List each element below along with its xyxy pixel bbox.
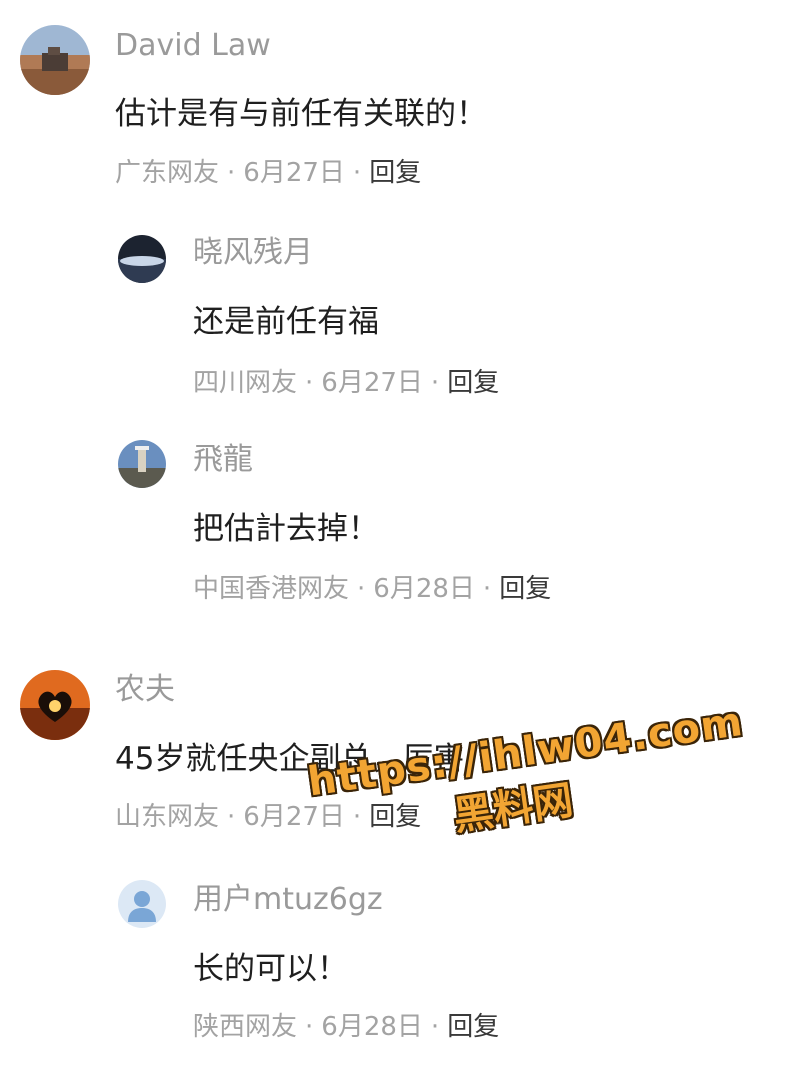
separator-dot: · (352, 802, 362, 832)
comment-text: 还是前任有福 (193, 304, 379, 340)
separator-dot: · (357, 574, 366, 604)
comment-date: 6月27日 (243, 802, 345, 832)
comment-date: 6月27日 (243, 158, 345, 188)
photo-avatar-landscape-icon (118, 440, 166, 488)
comment-date: 6月28日 (321, 1012, 423, 1042)
comment-text: 估计是有与前任有关联的！ (115, 96, 487, 132)
user-avatar[interactable] (118, 235, 166, 283)
separator-dot: · (227, 158, 236, 188)
comment-author[interactable]: 飛龍 (193, 445, 253, 475)
comment-location: 广东网友 (115, 158, 220, 188)
comment-text: 长的可以！ (193, 951, 348, 987)
separator-dot: · (227, 802, 236, 832)
separator-dot: · (305, 368, 314, 398)
comment-author[interactable]: 晓风残月 (193, 238, 313, 268)
comment-text: 45岁就任央企副总，厉害 (115, 741, 465, 777)
comment-author[interactable]: 用户mtuz6gz (193, 885, 383, 915)
user-avatar[interactable] (118, 440, 166, 488)
comment-meta: 陕西网友 · 6月28日 · 回复 (193, 1014, 499, 1040)
separator-dot: · (305, 1012, 314, 1042)
reply-button[interactable]: 回复 (499, 574, 551, 604)
reply-button[interactable]: 回复 (447, 368, 499, 398)
separator-dot: · (430, 368, 440, 398)
comment-location: 四川网友 (193, 368, 298, 398)
separator-dot: · (430, 1012, 440, 1042)
comment-date: 6月27日 (321, 368, 423, 398)
user-avatar[interactable] (20, 25, 90, 95)
user-avatar[interactable] (118, 880, 166, 928)
photo-avatar-moon-icon (118, 235, 166, 283)
comment-date: 6月28日 (373, 574, 475, 604)
comment-meta: 广东网友 · 6月27日 · 回复 (115, 160, 421, 186)
comment-meta: 山东网友 · 6月27日 · 回复 (115, 804, 421, 830)
photo-avatar-heart-sunset-icon (20, 670, 90, 740)
reply-button[interactable]: 回复 (369, 802, 421, 832)
comment-location: 陕西网友 (193, 1012, 298, 1042)
photo-avatar-ship-icon (20, 25, 90, 95)
comment-location: 中国香港网友 (193, 574, 350, 604)
comment-meta: 中国香港网友 · 6月28日 · 回复 (193, 576, 551, 602)
comment-text: 把估計去掉！ (193, 511, 379, 547)
separator-dot: · (352, 158, 362, 188)
reply-button[interactable]: 回复 (369, 158, 421, 188)
comment-author[interactable]: David Law (115, 31, 271, 61)
comment-location: 山东网友 (115, 802, 220, 832)
comment-author[interactable]: 农夫 (115, 675, 175, 705)
user-avatar[interactable] (20, 670, 90, 740)
separator-dot: · (482, 574, 492, 604)
comment-meta: 四川网友 · 6月27日 · 回复 (193, 370, 499, 396)
watermark: https://ihlw04.com 黑料网 (305, 699, 754, 861)
default-user-avatar-icon (118, 880, 166, 928)
reply-button[interactable]: 回复 (447, 1012, 499, 1042)
